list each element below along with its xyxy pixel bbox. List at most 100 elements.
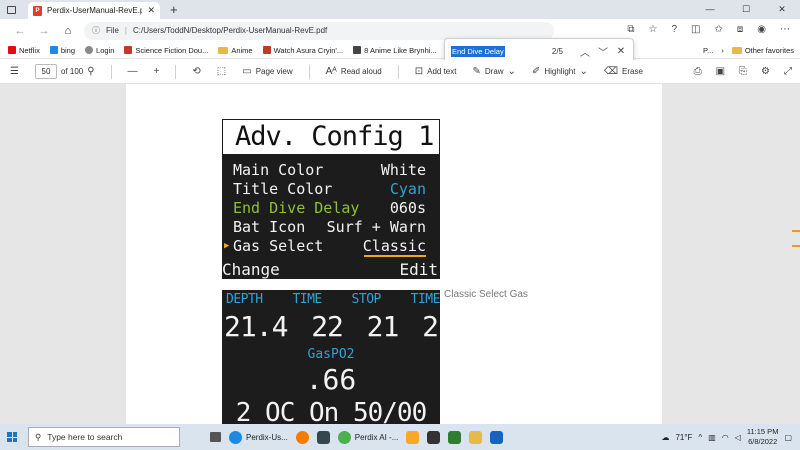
config-title: Adv. Config 1 [222,119,440,155]
tray-overflow-icon[interactable]: ^ [698,433,702,442]
app-icon[interactable] [448,430,462,444]
app-icon[interactable] [427,430,441,444]
start-button[interactable] [0,432,24,442]
network-icon[interactable]: ▥ [708,433,716,442]
scroll-marker [792,245,800,247]
info-icon[interactable]: ⓘ [92,25,100,36]
bookmark-overflow[interactable]: P... [703,46,713,55]
read-mode-icon[interactable]: ⧉ [627,24,634,35]
other-favorites[interactable]: Other favorites [731,46,794,55]
save-as-icon[interactable]: ⎘ [739,66,747,77]
collections-icon[interactable]: ⧈ [737,24,743,35]
stop-time-header: TIME [410,292,440,307]
highlight-button[interactable]: ✐ Highlight ⌄ [532,66,588,77]
forward-arrow-icon[interactable]: → [32,25,56,37]
find-close-icon[interactable]: ✕ [615,46,627,57]
favorites-icon[interactable]: ✩ [715,24,723,35]
rotate-button[interactable]: ⟲ [192,66,200,77]
profile-icon[interactable]: ◉ [757,24,766,35]
firefox-icon[interactable] [295,430,309,444]
weather-temp[interactable]: 71°F [675,433,692,442]
taskbar-app-edge-pdf[interactable]: Perdix-Us... [229,430,288,444]
config-label: Gas Select [233,237,324,255]
favorite-star-icon[interactable]: ☆ [649,24,658,35]
weather-icon[interactable]: ☁ [661,433,669,442]
zoom-in-button[interactable]: + [154,66,160,77]
notifications-icon[interactable]: ▢ [784,433,792,442]
bookmark-netflix[interactable]: Netflix [8,46,40,55]
bookmark-watch-asura[interactable]: Watch Asura Cryin'... [262,46,343,55]
time-value: 22 [311,310,344,343]
divider [308,64,310,79]
split-screen-icon[interactable]: ◫ [691,24,700,35]
add-text-button[interactable]: ⊡ Add text [415,66,457,77]
zoom-out-button[interactable]: — [128,66,138,77]
url-field[interactable]: ⓘ File | C:/Users/ToddN/Desktop/Perdix-U… [84,21,554,40]
app-icon[interactable] [406,430,420,444]
config-row-end-dive-delay: End Dive Delay 060s [222,199,440,218]
eraser-icon: ⌫ [603,66,618,77]
browser-actions: ⧉ ☆ ? ◫ ✩ ⧈ ◉ ⋯ [627,24,790,35]
gas-mix-readout: 2 OC On 50/00 [235,398,428,425]
contents-icon[interactable]: ☰ [10,66,19,77]
page-number-input[interactable]: 50 [34,64,57,79]
erase-button[interactable]: ⌫ Erase [604,66,643,77]
volume-icon[interactable]: ◁ [735,433,741,442]
bookmark-login[interactable]: Login [85,46,114,55]
dive-headers: DEPTH TIME STOP TIME [226,292,440,307]
taskbar-app-chrome[interactable]: Perdix AI -... [337,430,398,444]
file-explorer-icon[interactable] [469,430,483,444]
draw-button[interactable]: ✎ Draw ⌄ [472,66,515,77]
more-menu-icon[interactable]: ⋯ [780,24,790,35]
browser-tab[interactable]: P Perdix-UserManual-RevE.pdf ✕ [28,2,160,19]
help-icon[interactable]: ? [671,24,677,35]
erase-label: Erase [622,67,643,76]
edge-icon [229,430,242,444]
word-icon[interactable] [490,430,504,444]
fit-page-button[interactable]: ⬚ [217,66,226,77]
find-next-icon[interactable]: ﹀ [597,44,609,59]
time-header: TIME [292,292,322,307]
find-previous-icon[interactable]: ︿ [579,44,591,59]
wifi-icon[interactable]: ◠ [722,433,729,442]
task-view-icon[interactable] [210,432,221,442]
tab-title: Perdix-UserManual-RevE.pdf [47,6,143,15]
close-window-button[interactable]: ✕ [764,4,800,15]
bookmark-8-anime[interactable]: 8 Anime Like Brynhi... [353,46,437,55]
chevron-right-icon[interactable]: › [721,46,724,55]
figure-caption: Classic Select Gas [444,289,528,300]
new-tab-button[interactable]: + [170,2,178,17]
maximize-button[interactable]: ☐ [728,4,764,15]
depth-value: 21.4 [224,310,288,343]
chevron-down-icon[interactable]: ⌄ [579,66,587,77]
app-icon[interactable] [316,430,330,444]
find-input[interactable]: End Dive Delay [451,43,546,59]
back-arrow-icon[interactable]: ← [8,25,32,37]
search-placeholder: Type here to search [47,432,123,442]
bookmark-science-fiction[interactable]: Science Fiction Dou... [124,46,208,55]
config-row-bat-icon: Bat Icon Surf + Warn [222,218,440,237]
clock-time: 11:15 PM [746,427,779,436]
read-aloud-button[interactable]: Aᴬ Read aloud [326,66,382,77]
page-view-button[interactable]: ▭ Page view [242,66,292,77]
home-icon[interactable]: ⌂ [56,25,80,37]
bookmark-bing[interactable]: bing [49,46,75,55]
pdf-settings-icon[interactable]: ⚙ [761,66,770,77]
minimize-button[interactable]: — [692,4,728,15]
address-bar: ← → ⌂ ⓘ File | C:/Users/ToddN/Desktop/Pe… [0,19,800,42]
tab-actions-icon[interactable] [0,0,22,19]
chevron-down-icon[interactable]: ⌄ [508,66,516,77]
search-icon[interactable]: ⚲ [87,66,94,77]
folder-icon [218,46,229,54]
system-tray: ☁ 71°F ^ ▥ ◠ ◁ 11:15 PM 6/8/2022 ▢ [661,427,792,447]
print-icon[interactable]: ⎙ [694,66,702,77]
taskbar-search[interactable]: ⚲ Type here to search [28,427,180,447]
site-icon [262,46,271,54]
globe-icon [85,46,94,54]
bookmark-anime-folder[interactable]: Anime [218,46,253,55]
save-icon[interactable]: ▣ [716,66,725,77]
clock[interactable]: 11:15 PM 6/8/2022 [747,427,779,447]
close-tab-icon[interactable]: ✕ [147,5,155,16]
favorites-right: P... › Other favorites [703,46,794,55]
fullscreen-icon[interactable]: ⤢ [784,66,792,77]
